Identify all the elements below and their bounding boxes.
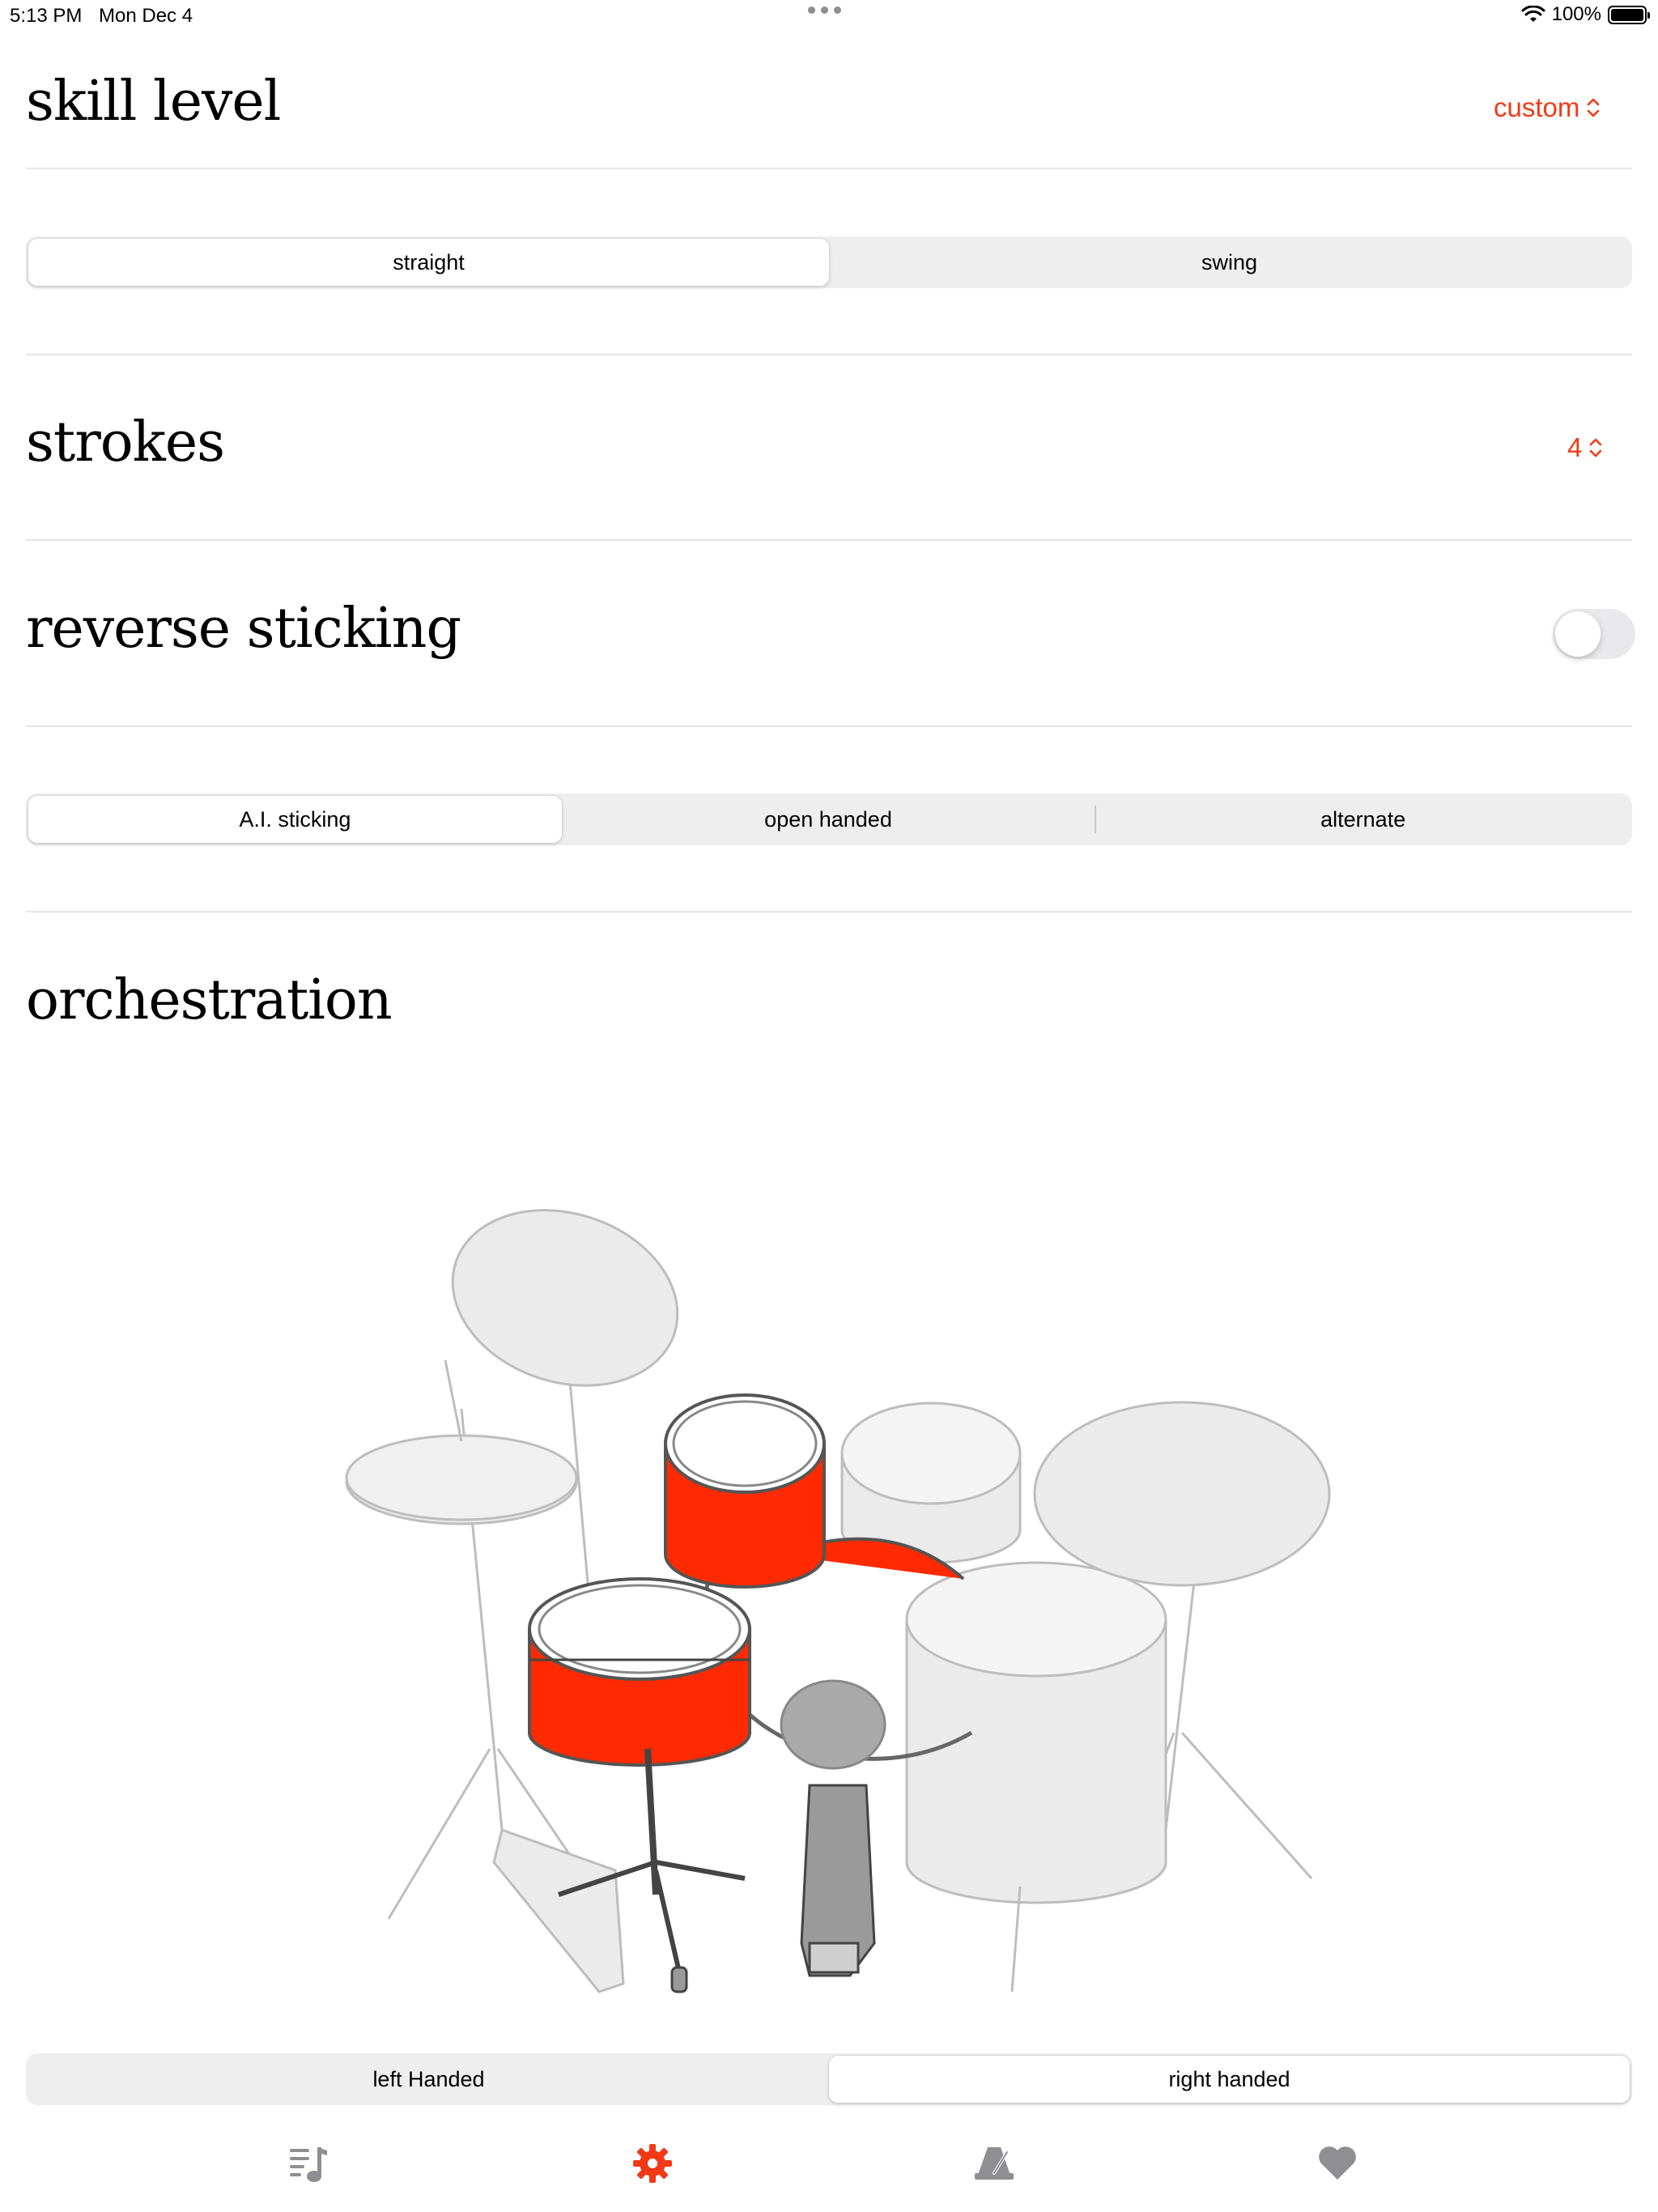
skill-level-picker[interactable]: custom xyxy=(1494,92,1601,123)
segment-straight[interactable]: straight xyxy=(28,239,829,286)
sticking-segmented-control[interactable]: A.I. sticking open handed alternate xyxy=(26,793,1632,845)
reverse-sticking-toggle[interactable] xyxy=(1553,609,1635,659)
skill-level-value: custom xyxy=(1494,92,1580,122)
toggle-knob xyxy=(1555,611,1601,657)
divider xyxy=(26,168,1632,169)
wifi-icon xyxy=(1521,6,1545,22)
status-bar: 5:13 PM Mon Dec 4 100% xyxy=(0,0,1658,32)
ride-cymbal xyxy=(1033,1401,1331,1587)
rack-tom xyxy=(664,1393,826,1589)
hihat-leg xyxy=(387,1748,491,1920)
crash-cymbal xyxy=(451,1209,679,1387)
rack-tom-2-head xyxy=(840,1402,1022,1505)
snare-stand-foot xyxy=(670,1966,688,1993)
skill-level-title: skill level xyxy=(26,70,281,134)
reverse-sticking-title: reverse sticking xyxy=(26,597,461,661)
status-right: 100% xyxy=(1521,3,1650,26)
status-time: 5:13 PM xyxy=(10,5,83,27)
status-date: Mon Dec 4 xyxy=(99,5,193,27)
kick-port xyxy=(780,1679,886,1770)
multitasking-dots-icon[interactable] xyxy=(808,6,841,14)
divider xyxy=(26,354,1632,355)
tab-favorites[interactable] xyxy=(1313,2139,1362,2188)
snare-stand-leg xyxy=(655,1860,746,1881)
kick-pedal-heel xyxy=(808,1942,860,1974)
gear-icon xyxy=(633,2144,672,2183)
segment-left-handed[interactable]: left Handed xyxy=(28,2056,829,2103)
tab-metronome[interactable] xyxy=(970,2139,1018,2188)
orchestration-title: orchestration xyxy=(26,968,393,1032)
strokes-title: strokes xyxy=(26,410,225,474)
segment-right-handed[interactable]: right handed xyxy=(829,2056,1630,2103)
segment-open-handed[interactable]: open handed xyxy=(562,796,1095,843)
chevron-up-down-icon xyxy=(1590,438,1602,457)
music-list-icon xyxy=(290,2147,327,2182)
metronome-icon xyxy=(975,2147,1014,2180)
chevron-up-down-icon xyxy=(1588,98,1600,117)
tab-settings[interactable] xyxy=(628,2139,677,2188)
settings-screen: 5:13 PM Mon Dec 4 100% skill level custo… xyxy=(0,0,1658,2212)
strokes-value: 4 xyxy=(1567,432,1583,462)
snare-drum xyxy=(528,1577,751,1767)
tab-library[interactable] xyxy=(285,2139,334,2188)
handedness-segmented-control[interactable]: left Handed right handed xyxy=(26,2053,1632,2105)
strokes-picker[interactable]: 4 xyxy=(1567,432,1603,463)
battery-percent: 100% xyxy=(1551,3,1601,25)
divider xyxy=(26,911,1632,912)
segment-swing[interactable]: swing xyxy=(829,239,1630,286)
hihat-pedal xyxy=(492,1828,625,1993)
drum-kit-illustration xyxy=(345,1209,1331,1993)
heart-icon xyxy=(1319,2146,1356,2180)
divider xyxy=(26,725,1632,727)
feel-segmented-control[interactable]: straight swing xyxy=(26,236,1632,288)
divider xyxy=(26,539,1632,541)
battery-icon xyxy=(1608,5,1650,24)
segment-ai-sticking[interactable]: A.I. sticking xyxy=(28,796,562,843)
tab-bar xyxy=(0,2138,1658,2212)
ride-leg xyxy=(1180,1732,1313,1879)
ride-stand xyxy=(1164,1546,1200,1831)
segment-alternate[interactable]: alternate xyxy=(1096,796,1630,843)
snare-stand-leg xyxy=(653,1870,682,1976)
